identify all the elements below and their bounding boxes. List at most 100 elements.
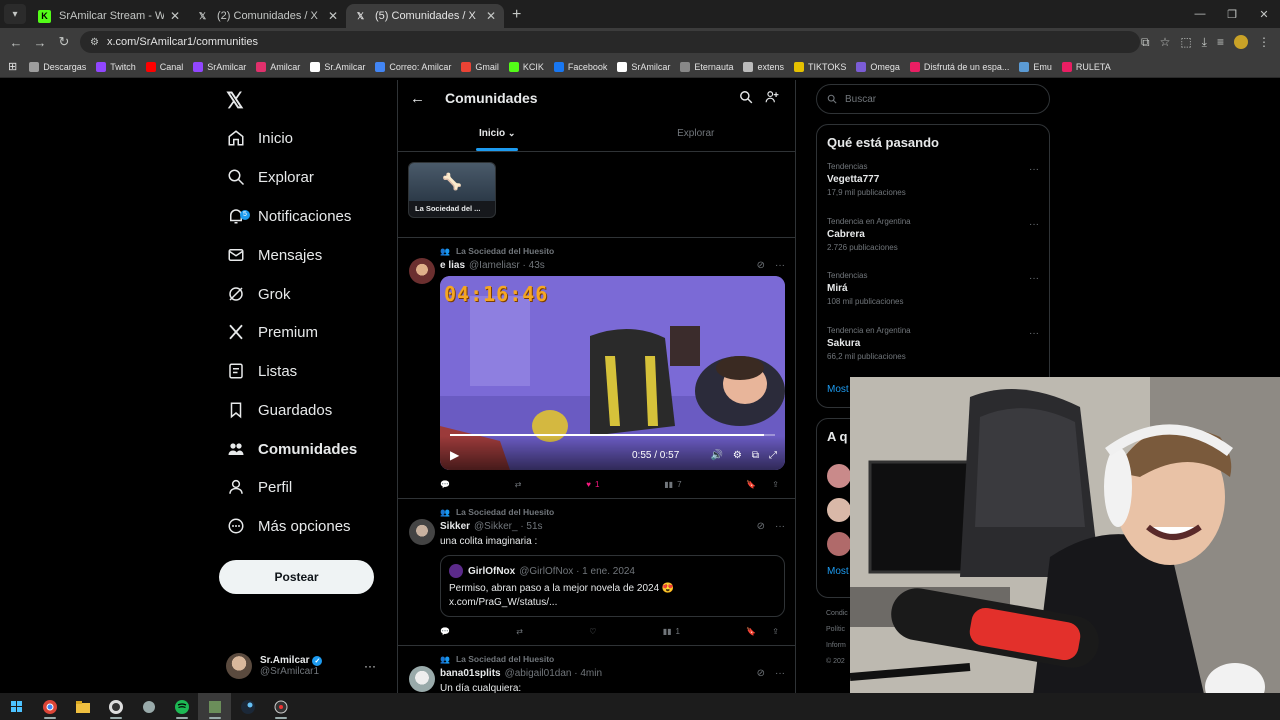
more-icon[interactable]: ··· [775, 260, 785, 271]
add-community-icon[interactable] [765, 90, 779, 104]
avatar[interactable] [409, 258, 435, 284]
avatar[interactable] [827, 498, 851, 522]
account-switcher[interactable]: Sr.Amilcar ✓ @SrAmilcar1 ··· [226, 648, 386, 684]
tweet[interactable]: 👥 La Sociedad del Huesito ⊘ ··· e lias @Iam… [398, 238, 795, 499]
avatar[interactable] [409, 519, 435, 545]
bookmark-item[interactable]: Facebook [553, 61, 607, 72]
fullscreen-icon[interactable]: ⤢ [769, 450, 777, 461]
tweet-context[interactable]: La Sociedad del Huesito [456, 507, 554, 517]
close-icon[interactable]: ✕ [328, 9, 338, 23]
like-button[interactable]: ♥ 1 [586, 480, 599, 489]
close-icon[interactable]: ✕ [486, 9, 496, 23]
video-player[interactable]: 04:16:46 ▶ 0:55 / 0:57 🔊 ⚙ ⧉ ⤢ [440, 276, 785, 470]
bookmark-item[interactable]: Disfrutá de un espa... [909, 61, 1009, 72]
more-icon[interactable]: ··· [1029, 273, 1039, 284]
sidebar-item-inicio[interactable]: Inicio [226, 119, 293, 157]
bookmark-item[interactable]: Descargas [29, 61, 86, 72]
sidebar-item-mensajes[interactable]: Mensajes [226, 236, 322, 274]
new-tab-button[interactable]: + [512, 6, 521, 24]
more-icon[interactable]: ··· [364, 659, 376, 673]
community-card[interactable]: 🦴 La Sociedad del ... [408, 162, 496, 218]
author-handle[interactable]: @Sikker_ [474, 521, 518, 532]
bookmark-icon[interactable]: 🔖 [746, 480, 756, 489]
author-handle[interactable]: @abigail01dan [505, 668, 572, 679]
search-input[interactable]: Buscar [816, 84, 1050, 114]
volume-icon[interactable]: 🔊 [710, 450, 722, 461]
grok-icon[interactable]: ⊘ [757, 260, 765, 271]
tweet[interactable]: 👥 La Sociedad del Huesito ⊘ ··· bana01spli… [398, 646, 795, 693]
restore-icon[interactable]: ❐ [1216, 8, 1248, 21]
more-icon[interactable]: ··· [1029, 328, 1039, 339]
sidebar-item-perfil[interactable]: Perfil [226, 468, 292, 506]
avatar[interactable] [409, 666, 435, 692]
star-icon[interactable]: ☆ [1160, 35, 1171, 49]
obs-icon[interactable] [99, 693, 132, 720]
url-bar[interactable]: ⚙ x.com/SrAmilcar1/communities [80, 31, 1140, 53]
close-icon[interactable]: ✕ [170, 9, 180, 23]
author-handle[interactable]: @Iameliasr [469, 260, 520, 271]
bookmark-item[interactable]: Omega [856, 61, 900, 72]
trend-item[interactable]: Tendencia en Argentina Sakura 66,2 mil pub… [817, 322, 1049, 377]
back-arrow-icon[interactable]: ← [410, 90, 425, 107]
app-icon[interactable] [198, 693, 231, 720]
extensions-icon[interactable]: ⬚ [1180, 35, 1191, 49]
sidebar-item-notificaciones[interactable]: 5 Notificaciones [226, 197, 351, 235]
sidebar-item-grok[interactable]: Grok [226, 275, 291, 313]
file-explorer-icon[interactable] [66, 693, 99, 720]
video-progress-bar[interactable] [450, 434, 775, 436]
bookmark-item[interactable]: Canal [145, 61, 183, 72]
bookmark-item[interactable]: KCIK [508, 61, 544, 72]
sidebar-item-comunidades[interactable]: Comunidades [226, 430, 357, 468]
chrome-icon[interactable] [33, 693, 66, 720]
menu-icon[interactable]: ⋮ [1258, 35, 1270, 49]
app-icon[interactable] [264, 693, 297, 720]
spotify-icon[interactable] [165, 693, 198, 720]
bookmark-icon[interactable]: 🔖 [746, 627, 756, 636]
apps-icon[interactable]: ⊞ [8, 60, 17, 73]
bookmark-item[interactable]: Correo: Amilcar [375, 61, 451, 72]
browser-tab[interactable]: K SrAmilcar Stream - Watch Live o ✕ [30, 4, 188, 28]
tweet-time[interactable]: · 43s [523, 260, 545, 271]
tweet[interactable]: 👥 La Sociedad del Huesito ⊘ ··· Sikker @Sik… [398, 499, 795, 646]
download-icon[interactable]: ⤓ [1202, 35, 1207, 50]
start-icon[interactable] [0, 693, 33, 720]
bookmark-item[interactable]: RULETA [1061, 61, 1111, 72]
bookmark-item[interactable]: Amilcar [256, 61, 300, 72]
share-icon[interactable]: ⇪ [772, 627, 779, 636]
avatar[interactable] [827, 464, 851, 488]
site-info-icon[interactable]: ⚙ [90, 37, 99, 48]
bookmark-item[interactable]: TIKTOKS [793, 61, 846, 72]
bookmark-item[interactable]: SrAmilcar [193, 61, 246, 72]
search-icon[interactable] [739, 90, 753, 104]
trend-item[interactable]: Tendencias Vegetta777 17,9 mil publicacion… [817, 158, 1049, 213]
browser-tab[interactable]: 𝕏 (2) Comunidades / X ✕ [188, 4, 346, 28]
app-icon[interactable] [132, 693, 165, 720]
author-name[interactable]: e lias [440, 260, 465, 271]
bookmark-item[interactable]: Emu [1019, 61, 1052, 72]
post-button[interactable]: Postear [219, 560, 374, 594]
more-icon[interactable]: ··· [775, 521, 785, 532]
bookmark-item[interactable]: Sr.Amilcar [310, 61, 365, 72]
quoted-tweet[interactable]: GirlOfNox @GirlOfNox · 1 ene. 2024 Permis… [440, 555, 785, 617]
bookmark-item[interactable]: SrAmilcar [617, 61, 670, 72]
tab-search-icon[interactable]: ▾ [4, 4, 26, 24]
grok-icon[interactable]: ⊘ [757, 668, 765, 679]
bookmark-item[interactable]: Twitch [96, 61, 136, 72]
profile-avatar[interactable] [1234, 35, 1248, 49]
steam-icon[interactable] [231, 693, 264, 720]
media-icon[interactable]: ≡ [1217, 35, 1224, 49]
sidebar-item-listas[interactable]: Listas [226, 352, 297, 390]
pip-icon[interactable]: ⧉ [752, 450, 759, 461]
retweet-icon[interactable]: ⇄ [516, 627, 523, 636]
sidebar-item-explorar[interactable]: Explorar [226, 158, 314, 196]
bookmark-item[interactable]: Gmail [461, 61, 499, 72]
tweet-time[interactable]: · 4min [574, 668, 602, 679]
back-icon[interactable]: ← [4, 35, 28, 50]
views-button[interactable]: ▮▮ 7 [664, 480, 681, 489]
play-icon[interactable]: ▶ [450, 448, 459, 462]
quote-link[interactable]: x.com/PraG_W/status/... [449, 596, 776, 610]
tab-explorar[interactable]: Explorar [597, 116, 796, 151]
trend-item[interactable]: Tendencia en Argentina Cabrera 2.726 publi… [817, 213, 1049, 268]
sidebar-item-más-opciones[interactable]: Más opciones [226, 507, 351, 545]
more-icon[interactable]: ··· [775, 668, 785, 679]
